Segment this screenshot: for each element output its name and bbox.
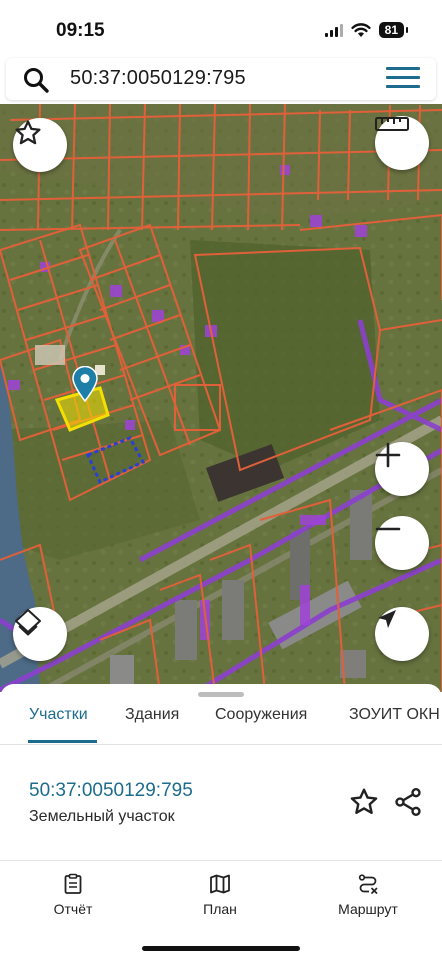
zoom-in-button[interactable]	[375, 442, 429, 496]
layers-button[interactable]	[13, 607, 67, 661]
report-icon	[64, 873, 82, 894]
layers-icon	[15, 609, 41, 636]
parcel-type: Земельный участок	[29, 808, 175, 825]
nav-plan-label: План	[203, 901, 237, 917]
tab-buildings[interactable]: Здания	[125, 706, 179, 724]
category-tabs: Участки Здания Сооружения ЗОУИТ ОКН	[0, 700, 442, 744]
wifi-icon	[351, 22, 371, 37]
status-bar: 09:15 81	[0, 0, 442, 56]
tabs-divider	[0, 744, 442, 745]
satellite-map[interactable]	[0, 104, 442, 692]
home-indicator[interactable]	[142, 946, 300, 951]
nav-report[interactable]: Отчёт	[18, 873, 128, 917]
status-time: 09:15	[56, 20, 105, 41]
star-icon[interactable]	[348, 786, 380, 818]
tab-structures[interactable]: Сооружения	[215, 706, 307, 724]
menu-icon[interactable]	[386, 67, 420, 91]
ruler-button[interactable]	[375, 116, 429, 170]
nav-plan[interactable]: План	[165, 873, 275, 917]
star-icon	[15, 120, 41, 145]
route-icon	[358, 874, 378, 894]
bottom-navigation: Отчёт План Маршрут	[0, 860, 442, 960]
share-icon[interactable]	[392, 786, 424, 818]
location-pin-icon	[72, 366, 98, 402]
nav-report-label: Отчёт	[53, 901, 93, 917]
parcel-number[interactable]: 50:37:0050129:795	[29, 780, 193, 802]
bottom-sheet[interactable]: Участки Здания Сооружения ЗОУИТ ОКН	[0, 684, 442, 860]
nav-route-label: Маршрут	[338, 901, 398, 917]
search-icon[interactable]	[22, 66, 50, 94]
ruler-icon	[375, 117, 409, 131]
cellular-signal-icon	[324, 23, 343, 37]
active-tab-indicator	[28, 740, 97, 743]
tab-parcels[interactable]: Участки	[29, 706, 88, 724]
sheet-handle[interactable]	[198, 692, 244, 697]
nav-route[interactable]: Маршрут	[313, 873, 423, 917]
favorite-button[interactable]	[13, 118, 67, 172]
plus-icon	[375, 442, 401, 468]
map-icon	[210, 874, 230, 894]
map-view[interactable]	[0, 104, 442, 692]
search-bar[interactable]: 50:37:0050129:795	[6, 58, 436, 100]
tab-zouit[interactable]: ЗОУИТ ОКН	[349, 706, 440, 724]
search-query[interactable]: 50:37:0050129:795	[70, 67, 246, 90]
my-location-button[interactable]	[375, 607, 429, 661]
zoom-out-button[interactable]	[375, 516, 429, 570]
status-icons: 81	[324, 22, 409, 38]
minus-icon	[375, 527, 401, 531]
navigation-arrow-icon	[378, 610, 396, 628]
battery-level: 81	[378, 22, 409, 38]
